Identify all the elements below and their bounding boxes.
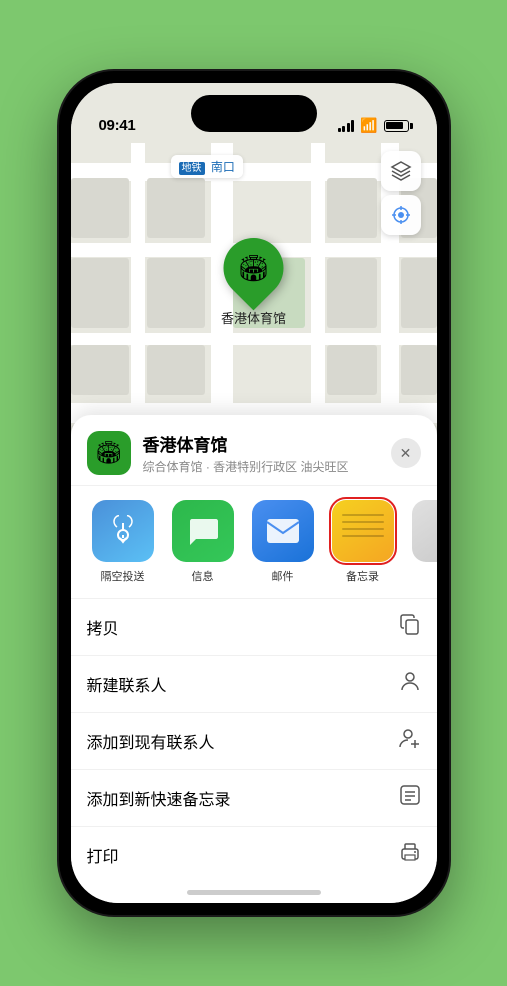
- close-button[interactable]: ✕: [391, 438, 421, 468]
- signal-icon: [338, 120, 355, 132]
- airdrop-label: 隔空投送: [101, 568, 145, 584]
- action-add-contact[interactable]: 添加到现有联系人: [71, 713, 437, 770]
- copy-icon: [399, 613, 421, 641]
- print-label: 打印: [87, 843, 119, 867]
- quick-note-label: 添加到新快速备忘录: [87, 786, 231, 810]
- location-button[interactable]: [381, 195, 421, 235]
- share-notes[interactable]: 备忘录: [327, 500, 399, 584]
- pin-icon: 🏟: [211, 226, 296, 311]
- wifi-icon: 📶: [360, 117, 377, 134]
- add-contact-label: 添加到现有联系人: [87, 729, 215, 753]
- location-pin: 🏟 香港体育馆: [221, 238, 286, 327]
- bottom-sheet: 🏟 香港体育馆 综合体育馆 · 香港特别行政区 油尖旺区 ✕: [71, 415, 437, 903]
- location-header: 🏟 香港体育馆 综合体育馆 · 香港特别行政区 油尖旺区 ✕: [71, 415, 437, 486]
- location-info: 香港体育馆 综合体育馆 · 香港特别行政区 油尖旺区: [143, 431, 391, 475]
- home-indicator: [187, 890, 321, 895]
- share-row: 隔空投送 信息: [71, 486, 437, 599]
- status-icons: 📶: [338, 117, 409, 134]
- action-quick-note[interactable]: 添加到新快速备忘录: [71, 770, 437, 827]
- mail-icon: [252, 500, 314, 562]
- battery-icon: [384, 120, 409, 132]
- dynamic-island: [191, 95, 317, 132]
- messages-icon: [172, 500, 234, 562]
- share-mail[interactable]: 邮件: [247, 500, 319, 584]
- person-add-icon: [399, 727, 421, 755]
- new-contact-label: 新建联系人: [87, 672, 167, 696]
- action-copy[interactable]: 拷贝: [71, 599, 437, 656]
- share-airdrop[interactable]: 隔空投送: [87, 500, 159, 584]
- note-icon: [399, 784, 421, 812]
- phone-screen: 09:41 📶: [71, 83, 437, 903]
- map-controls: [381, 151, 421, 239]
- status-time: 09:41: [99, 117, 136, 134]
- mail-label: 邮件: [272, 568, 294, 584]
- action-new-contact[interactable]: 新建联系人: [71, 656, 437, 713]
- print-icon: [399, 841, 421, 869]
- share-messages[interactable]: 信息: [167, 500, 239, 584]
- phone-frame: 09:41 📶: [59, 71, 449, 915]
- location-badge: 地铁 南口: [171, 155, 243, 178]
- location-detail: 综合体育馆 · 香港特别行政区 油尖旺区: [143, 458, 391, 475]
- person-icon: [399, 670, 421, 698]
- pin-label: 香港体育馆: [221, 308, 286, 327]
- notes-icon: [332, 500, 394, 562]
- action-print[interactable]: 打印: [71, 827, 437, 883]
- notes-label: 备忘录: [346, 568, 379, 584]
- map-layers-button[interactable]: [381, 151, 421, 191]
- location-name: 香港体育馆: [143, 431, 391, 456]
- share-more[interactable]: 提: [407, 500, 437, 584]
- airdrop-icon: [92, 500, 154, 562]
- copy-label: 拷贝: [87, 615, 119, 639]
- location-venue-icon: 🏟: [87, 431, 131, 475]
- more-icon: [412, 500, 437, 562]
- messages-label: 信息: [192, 568, 214, 584]
